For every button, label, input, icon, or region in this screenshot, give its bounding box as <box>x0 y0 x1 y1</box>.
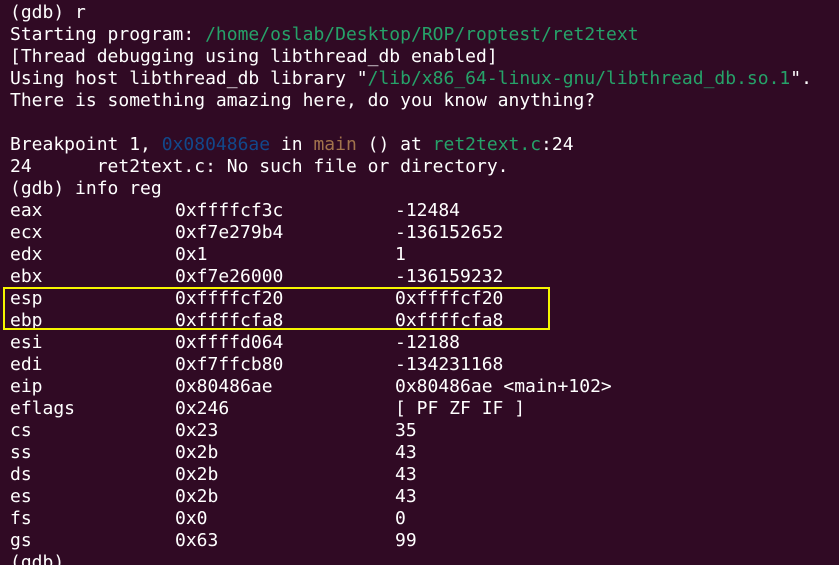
register-name: edi <box>10 354 43 375</box>
register-hex: 0xffffcfa8 <box>175 310 284 331</box>
starting-program-line: Starting program: /home/oslab/Desktop/RO… <box>10 24 839 46</box>
register-hex: 0x0 <box>175 508 208 529</box>
register-name: eflags <box>10 398 76 419</box>
register-hex: 0x23 <box>175 420 219 441</box>
program-output-line: There is something amazing here, do you … <box>10 90 596 111</box>
breakpoint-in-text: in <box>270 134 314 155</box>
register-row: ss 0x2b 43 <box>10 442 839 464</box>
register-hex: 0xffffcf3c <box>175 200 284 221</box>
host-library-label: Using host libthread_db library " <box>10 68 368 89</box>
breakpoint-address: 0x080486ae <box>161 134 271 155</box>
register-hex: 0x63 <box>175 530 219 551</box>
register-hex: 0xf7ffcb80 <box>175 354 284 375</box>
register-hex: 0x246 <box>175 398 230 419</box>
register-row: edi 0xf7ffcb80 -134231168 <box>10 354 839 376</box>
register-row: es 0x2b 43 <box>10 486 839 508</box>
breakpoint-at-text: () at <box>356 134 433 155</box>
register-value: 43 <box>395 442 417 463</box>
register-row: eax 0xffffcf3c -12484 <box>10 200 839 222</box>
register-name: es <box>10 486 32 507</box>
register-hex: 0xffffd064 <box>175 332 284 353</box>
register-value: 1 <box>395 244 406 265</box>
register-value: -136152652 <box>395 222 504 243</box>
register-row: ecx 0xf7e279b4 -136152652 <box>10 222 839 244</box>
register-name: fs <box>10 508 32 529</box>
breakpoint-line-number: :24 <box>541 134 574 155</box>
register-name: ss <box>10 442 32 463</box>
register-value: 99 <box>395 530 417 551</box>
register-value: -12188 <box>395 332 461 353</box>
gdb-run-command: (gdb) r <box>10 2 86 23</box>
register-name: esi <box>10 332 43 353</box>
register-hex: 0xffffcf20 <box>175 288 284 309</box>
register-hex: 0x2b <box>175 464 219 485</box>
register-row: ds 0x2b 43 <box>10 464 839 486</box>
starting-program-label: Starting program: <box>10 24 206 45</box>
register-name: ecx <box>10 222 43 243</box>
register-row-esp: esp 0xffffcf20 0xffffcf20 <box>10 288 839 310</box>
register-value: 35 <box>395 420 417 441</box>
register-row: eip 0x80486ae 0x80486ae <main+102> <box>10 376 839 398</box>
register-name: eip <box>10 376 43 397</box>
register-name: ds <box>10 464 32 485</box>
register-value: 43 <box>395 486 417 507</box>
register-value: -12484 <box>395 200 461 221</box>
register-hex: 0xf7e279b4 <box>175 222 284 243</box>
register-row: fs 0x0 0 <box>10 508 839 530</box>
register-name: ebp <box>10 310 43 331</box>
register-row: cs 0x23 35 <box>10 420 839 442</box>
host-library-suffix: ". <box>790 68 812 89</box>
register-value: 0xffffcfa8 <box>395 310 504 331</box>
register-name: eax <box>10 200 43 221</box>
source-missing-line: 24 ret2text.c: No such file or directory… <box>10 156 509 177</box>
breakpoint-line: Breakpoint 1, 0x080486ae in main () at r… <box>10 134 839 156</box>
breakpoint-file: ret2text.c <box>432 134 542 155</box>
register-hex: 0x1 <box>175 244 208 265</box>
register-row: edx 0x1 1 <box>10 244 839 266</box>
terminal-window[interactable]: (gdb) r Starting program: /home/oslab/De… <box>0 0 839 565</box>
program-path: /home/oslab/Desktop/ROP/roptest/ret2text <box>205 24 639 45</box>
register-hex: 0x2b <box>175 442 219 463</box>
gdb-prompt-partial: (gdb) <box>10 552 65 565</box>
gdb-info-reg-command: (gdb) info reg <box>10 178 162 199</box>
breakpoint-label: Breakpoint 1, <box>10 134 162 155</box>
register-hex: 0x80486ae <box>175 376 273 397</box>
register-name: esp <box>10 288 43 309</box>
register-row: gs 0x63 99 <box>10 530 839 552</box>
register-value: [ PF ZF IF ] <box>395 398 526 419</box>
register-name: gs <box>10 530 32 551</box>
register-value: 43 <box>395 464 417 485</box>
register-value: 0 <box>395 508 406 529</box>
register-value: 0xffffcf20 <box>395 288 504 309</box>
register-row: esi 0xffffd064 -12188 <box>10 332 839 354</box>
register-hex: 0xf7e26000 <box>175 266 284 287</box>
register-name: edx <box>10 244 43 265</box>
thread-debugging-line: [Thread debugging using libthread_db ena… <box>10 46 498 67</box>
register-name: cs <box>10 420 32 441</box>
register-hex: 0x2b <box>175 486 219 507</box>
register-value: -136159232 <box>395 266 504 287</box>
register-row-ebp: ebp 0xffffcfa8 0xffffcfa8 <box>10 310 839 332</box>
register-value: -134231168 <box>395 354 504 375</box>
register-name: ebx <box>10 266 43 287</box>
libthread-db-path: /lib/x86_64-linux-gnu/libthread_db.so.1 <box>367 68 791 89</box>
register-row: ebx 0xf7e26000 -136159232 <box>10 266 839 288</box>
host-library-line: Using host libthread_db library "/lib/x8… <box>10 68 839 90</box>
register-row: eflags 0x246 [ PF ZF IF ] <box>10 398 839 420</box>
breakpoint-function: main <box>313 134 357 155</box>
register-value: 0x80486ae <main+102> <box>395 376 612 397</box>
